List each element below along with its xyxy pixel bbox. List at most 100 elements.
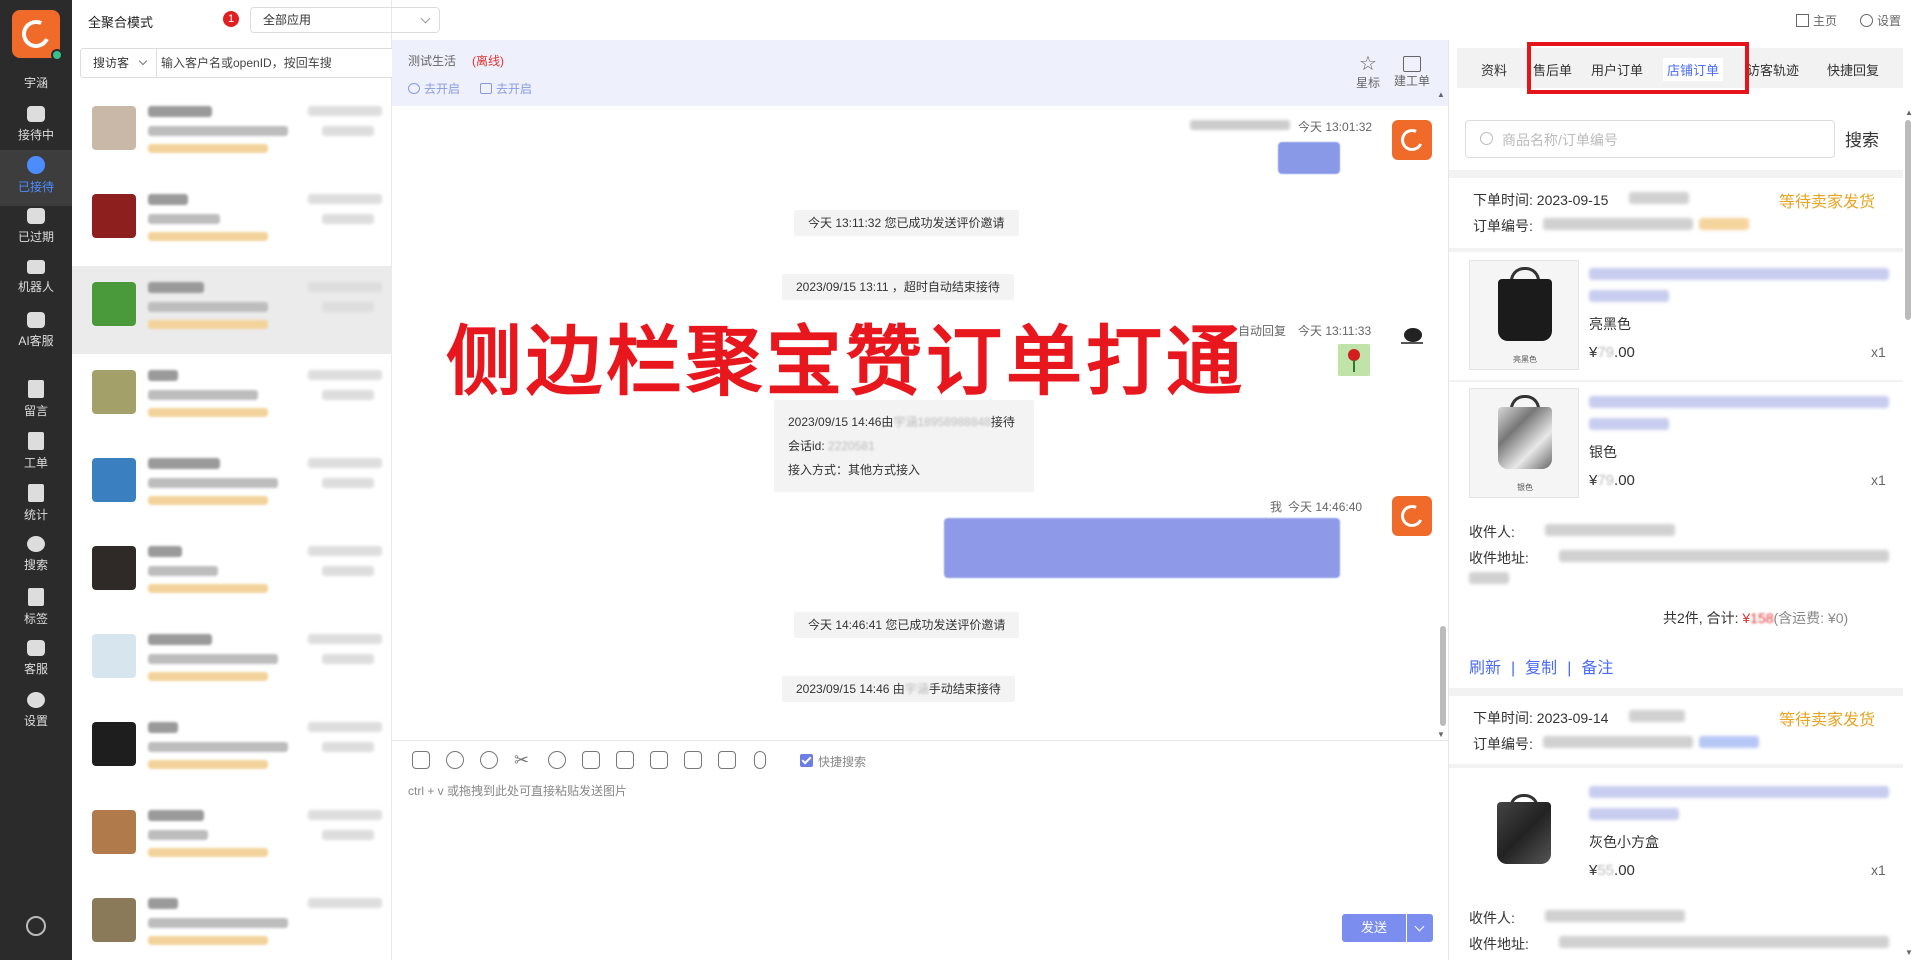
tab-profile[interactable]: 资料: [1481, 60, 1507, 79]
product-variant: 银色: [1589, 444, 1617, 460]
visitor-item[interactable]: [72, 794, 392, 882]
chat-scrollbar[interactable]: [1440, 626, 1446, 726]
tab-quick-reply[interactable]: 快捷回复: [1827, 60, 1879, 79]
chat-panel: 测试生活 (离线) 去开启 去开启 ☆ 星标 建工单 ▲ ▼ 今天 13:01:3…: [392, 40, 1448, 960]
product-price: ¥79.00: [1589, 344, 1635, 361]
star-button[interactable]: ☆ 星标: [1348, 54, 1388, 91]
nav-item-messages[interactable]: 留言: [0, 374, 72, 430]
ticket-icon: [1403, 56, 1421, 72]
visitor-item[interactable]: [72, 530, 392, 618]
upload-icon[interactable]: [582, 751, 600, 769]
visitor-item[interactable]: [72, 882, 392, 968]
visitor-avatar: [92, 106, 136, 150]
panel-scrollbar[interactable]: [1905, 120, 1911, 320]
input-toolbar: ✂ 快捷搜索: [392, 740, 1448, 780]
product-title[interactable]: [1589, 786, 1889, 798]
app-select[interactable]: 全部应用: [250, 7, 440, 33]
visitor-item[interactable]: [72, 90, 392, 178]
theme-toggle-icon[interactable]: [26, 916, 46, 936]
enable-link-2[interactable]: 去开启: [480, 80, 532, 97]
send-options-dropdown[interactable]: [1407, 914, 1433, 942]
nav-item-expired[interactable]: 已过期: [0, 202, 72, 258]
nav-item-agents[interactable]: 客服: [0, 634, 72, 690]
visitor-item[interactable]: [72, 618, 392, 706]
product-price: ¥55.00: [1589, 862, 1635, 879]
mode-row: 全聚合模式 1 全部应用: [72, 0, 440, 40]
nav-item-robot[interactable]: 机器人: [0, 254, 72, 310]
nav-item-search[interactable]: 搜索: [0, 530, 72, 586]
order-search-button[interactable]: 搜索: [1845, 126, 1879, 151]
scroll-up-arrow[interactable]: ▲: [1437, 90, 1445, 99]
emoji-icon[interactable]: [480, 751, 498, 769]
product-title[interactable]: [1589, 268, 1889, 280]
message-bubble: [944, 518, 1340, 578]
search-type-select[interactable]: 搜访客: [81, 49, 157, 77]
nav-item-ai-service[interactable]: AI客服: [0, 306, 72, 362]
search-icon: [27, 536, 45, 552]
product-image[interactable]: 亮黑色: [1469, 260, 1579, 370]
nav-item-serving[interactable]: 接待中: [0, 100, 72, 156]
order-actions: 刷新 | 复制 | 备注: [1469, 660, 1614, 677]
enable-link-1[interactable]: 去开启: [408, 80, 460, 97]
product-title[interactable]: [1589, 396, 1889, 408]
scroll-down-arrow[interactable]: ▼: [1437, 730, 1445, 739]
nav-item-stats[interactable]: 统计: [0, 478, 72, 534]
home-link[interactable]: 主页: [1796, 12, 1837, 29]
chevron-down-icon: [420, 13, 431, 24]
order-time: 下单时间: 2023-09-15: [1473, 192, 1609, 208]
left-nav: 宇涵 接待中 已接待 已过期 机器人 AI客服 留言 工单 统计 搜索 标签 客…: [0, 0, 72, 960]
tab-visitor-trail[interactable]: 访客轨迹: [1747, 60, 1799, 79]
nav-item-settings[interactable]: 设置: [0, 686, 72, 742]
visitor-avatar: [92, 546, 136, 590]
nav-item-tags[interactable]: 标签: [0, 582, 72, 638]
monitor-icon: [480, 83, 492, 94]
aggregation-mode-label[interactable]: 全聚合模式: [88, 12, 153, 31]
refresh-button[interactable]: 刷新: [1469, 660, 1501, 677]
message-board-icon: [28, 380, 44, 398]
copy-button[interactable]: 复制: [1525, 660, 1557, 677]
stamp-icon[interactable]: [548, 751, 566, 769]
visitor-item[interactable]: [72, 354, 392, 442]
visitor-item[interactable]: [72, 706, 392, 794]
product-quantity: x1: [1871, 472, 1886, 488]
visitor-item-selected[interactable]: [72, 266, 392, 354]
nav-item-tickets[interactable]: 工单: [0, 426, 72, 482]
nav-item-served[interactable]: 已接待: [0, 150, 72, 206]
order-status: 等待卖家发货: [1779, 194, 1876, 211]
mail-icon[interactable]: [616, 751, 634, 769]
panel-scroll-up[interactable]: ▲: [1905, 108, 1913, 117]
order-status: 等待卖家发货: [1779, 712, 1876, 729]
create-ticket-button[interactable]: 建工单: [1392, 54, 1432, 89]
visitor-item[interactable]: [72, 178, 392, 266]
scissors-icon[interactable]: ✂: [514, 751, 532, 769]
evaluate-icon[interactable]: [718, 751, 736, 769]
form-icon[interactable]: [650, 751, 668, 769]
user-icon: [408, 83, 420, 94]
visitor-avatar: [92, 194, 136, 238]
visitor-name: 测试生活: [408, 54, 457, 68]
settings-link[interactable]: 设置: [1860, 12, 1901, 29]
panel-scroll-down[interactable]: ▼: [1905, 948, 1913, 957]
visitor-item[interactable]: [72, 442, 392, 530]
quick-search-checkbox[interactable]: [800, 754, 813, 767]
product-variant: 灰色小方盒: [1589, 834, 1659, 850]
notification-badge: 1: [223, 11, 239, 27]
note-button[interactable]: 备注: [1581, 660, 1613, 677]
video-icon[interactable]: [684, 751, 702, 769]
agent-name: 宇涵: [23, 76, 48, 90]
product-image[interactable]: 银色: [1469, 388, 1579, 498]
product-image[interactable]: [1469, 784, 1579, 894]
visitor-search-input[interactable]: [161, 49, 411, 77]
message-input[interactable]: ctrl + v 或拖拽到此处可直接粘贴发送图片: [408, 782, 627, 799]
system-message: 2023/09/15 13:11 ，超时自动结束接待: [782, 274, 1014, 300]
order-search-input[interactable]: [1502, 129, 1822, 151]
overlay-caption: 侧边栏聚宝赞订单打通: [446, 317, 1246, 406]
image-icon[interactable]: [412, 751, 430, 769]
order-total: 共2件, 合计: ¥158(含运费: ¥0): [1663, 610, 1849, 626]
send-button[interactable]: 发送: [1342, 914, 1406, 942]
ticket-icon: [28, 432, 44, 450]
microphone-icon[interactable]: [754, 751, 766, 769]
visitor-avatar: [92, 898, 136, 942]
clock-icon[interactable]: [446, 751, 464, 769]
order-number-label: 订单编号:: [1473, 218, 1533, 234]
